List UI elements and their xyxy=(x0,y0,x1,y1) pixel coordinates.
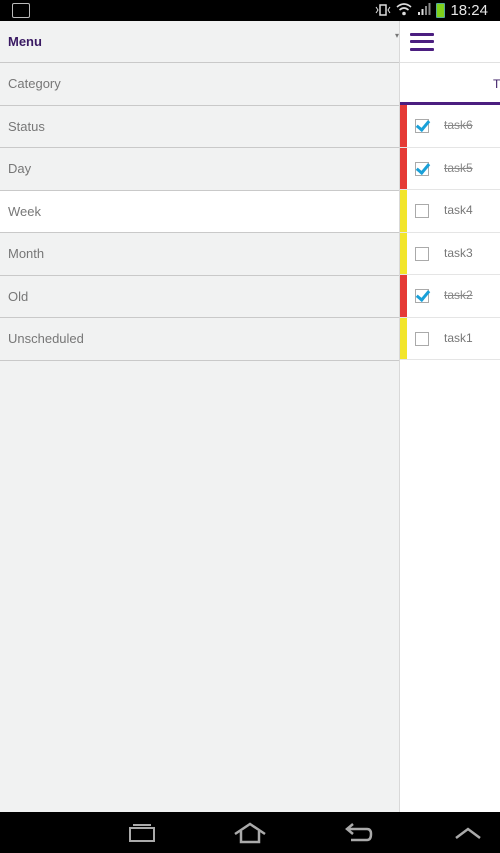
task-name: task6 xyxy=(444,118,473,132)
drawer-item-label: Category xyxy=(8,76,61,92)
task-row[interactable]: task4 xyxy=(400,190,500,233)
drawer-header: Menu ▾ xyxy=(0,21,399,63)
battery-icon xyxy=(436,3,446,18)
priority-strip xyxy=(400,105,407,147)
vibrate-icon xyxy=(375,1,391,20)
priority-strip xyxy=(400,275,407,317)
navigation-drawer: Menu ▾ Category Status Day Week Month Old Unsc… xyxy=(0,21,400,812)
drawer-item-label: Status xyxy=(8,118,45,134)
status-bar: 18:24 xyxy=(0,0,500,21)
task-name: task2 xyxy=(444,288,473,302)
drawer-item-day[interactable]: Day xyxy=(0,148,399,191)
caret-icon: ▾ xyxy=(394,31,399,40)
drawer-items: Category Status Day Week Month Old Unscheduled xyxy=(0,63,399,361)
main-content: T task6 task5 task4 task3 task2 task1 xyxy=(400,21,500,812)
priority-strip xyxy=(400,232,407,274)
task-name: task5 xyxy=(444,160,473,175)
task-row[interactable]: task1 xyxy=(400,317,500,360)
signal-icon xyxy=(417,1,431,20)
wifi-icon xyxy=(396,1,412,20)
tab-active[interactable]: T xyxy=(493,77,500,91)
drawer-item-label: Old xyxy=(8,288,29,304)
task-row[interactable]: task3 xyxy=(400,232,500,275)
task-row[interactable]: task6 xyxy=(400,105,500,148)
drawer-item-week[interactable]: Week xyxy=(0,190,399,233)
task-list: task6 task5 task4 task3 task2 task1 xyxy=(400,105,500,360)
recent-apps-icon[interactable] xyxy=(112,812,172,853)
drawer-item-label: Unscheduled xyxy=(8,331,84,347)
drawer-title: Menu xyxy=(8,34,42,49)
task-row[interactable]: task5 xyxy=(400,147,500,190)
top-action-bar xyxy=(400,21,500,63)
drawer-item-label: Month xyxy=(8,246,45,262)
task-checkbox[interactable] xyxy=(415,246,429,261)
task-checkbox[interactable] xyxy=(415,331,429,346)
priority-strip xyxy=(400,147,407,189)
drawer-item-category[interactable]: Category xyxy=(0,63,399,106)
status-time: 18:24 xyxy=(450,2,488,19)
menu-up-icon[interactable] xyxy=(438,812,498,853)
system-nav-bar xyxy=(0,812,500,853)
task-name: task1 xyxy=(444,330,473,345)
priority-strip xyxy=(400,317,407,359)
priority-strip xyxy=(400,190,407,232)
task-name: task4 xyxy=(444,203,473,217)
back-icon[interactable] xyxy=(328,812,388,853)
drawer-item-label: Week xyxy=(8,203,41,219)
drawer-item-old[interactable]: Old xyxy=(0,276,399,318)
task-name: task3 xyxy=(444,245,473,260)
image-icon xyxy=(12,3,30,18)
tab-bar: T xyxy=(400,63,500,105)
home-icon[interactable] xyxy=(220,812,280,853)
drawer-item-month[interactable]: Month xyxy=(0,233,399,276)
drawer-item-status[interactable]: Status xyxy=(0,106,399,148)
task-checkbox[interactable] xyxy=(415,119,429,133)
app-window: T task6 task5 task4 task3 task2 task1 Menu ▾ … xyxy=(0,21,500,812)
task-row[interactable]: task2 xyxy=(400,275,500,318)
task-checkbox[interactable] xyxy=(415,204,429,218)
task-checkbox[interactable] xyxy=(415,161,429,176)
drawer-item-unscheduled[interactable]: Unscheduled xyxy=(0,318,399,361)
drawer-item-label: Day xyxy=(8,161,32,177)
task-checkbox[interactable] xyxy=(415,289,429,303)
hamburger-menu-icon[interactable] xyxy=(410,32,434,51)
